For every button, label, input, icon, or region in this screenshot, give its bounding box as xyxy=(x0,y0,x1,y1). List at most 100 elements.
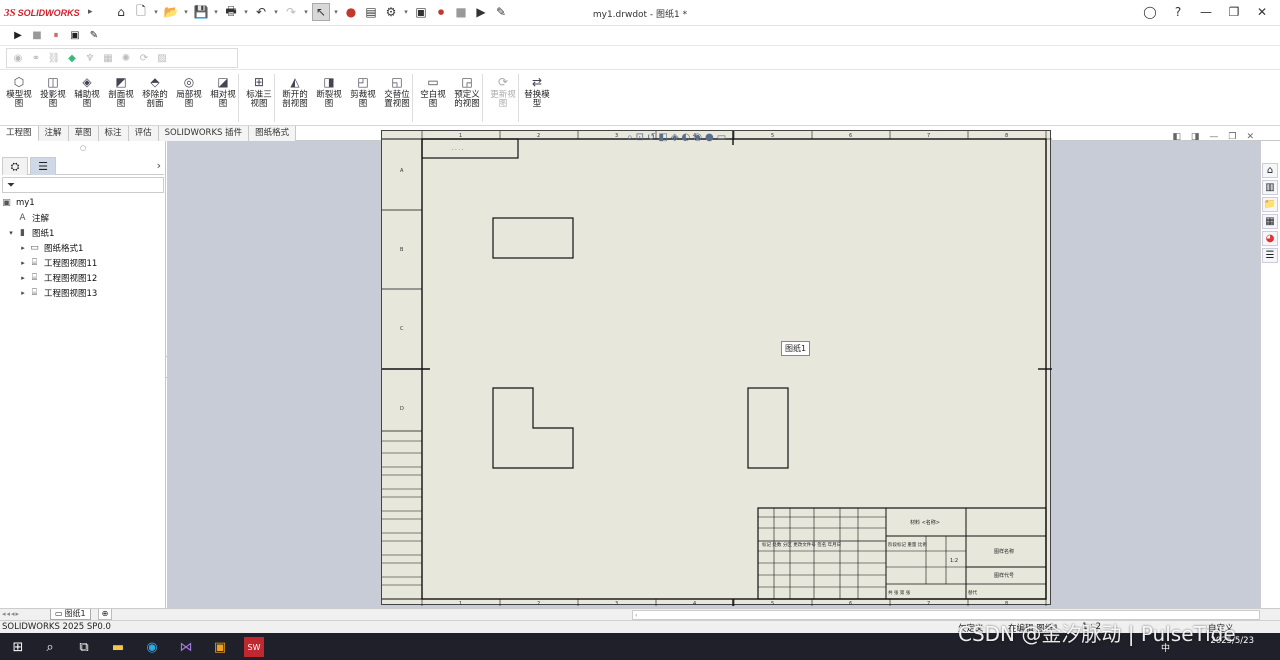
view-orientation-icon[interactable]: ◈ xyxy=(671,132,679,143)
solidworks-resources-icon[interactable]: ⌂ xyxy=(1262,163,1278,178)
sheet-nav-arrows-icon[interactable]: ◂◂◂▸ xyxy=(2,610,20,618)
task-view-icon[interactable]: ⧉ xyxy=(74,637,94,657)
design-library-icon[interactable]: ▥ xyxy=(1262,180,1278,195)
tree-item[interactable]: ▸ ⌸ 工程图视图12 xyxy=(0,270,166,285)
ribbon-button-crop-view[interactable]: ◰ 剪裁视 图 xyxy=(346,74,380,109)
search-icon[interactable]: ⌕ xyxy=(40,637,60,657)
property-manager-tab-icon[interactable]: ☰ xyxy=(30,157,56,175)
scene-icon[interactable]: ▭ xyxy=(717,132,726,143)
visual-studio-icon[interactable]: ⋈ xyxy=(176,637,196,657)
hide-show-items-icon[interactable]: ◉ xyxy=(693,132,702,143)
custom-properties-icon[interactable]: ☰ xyxy=(1262,248,1278,263)
ribbon-button-standard-3-view[interactable]: ⊞ 标准三 视图 xyxy=(242,74,276,109)
appearance-icon[interactable]: ● xyxy=(705,132,714,143)
new-macro-icon[interactable]: ▣ xyxy=(67,28,83,44)
drawing-view-side[interactable] xyxy=(747,387,789,469)
ribbon-button-predefined-view[interactable]: ◲ 预定义 的视图 xyxy=(450,74,484,109)
link-icon[interactable]: ⚭ xyxy=(29,51,43,65)
appearances-icon[interactable]: ◕ xyxy=(1262,231,1278,246)
tab-3[interactable]: 标注 xyxy=(98,126,129,141)
view-palette-icon[interactable]: ▦ xyxy=(1262,214,1278,229)
doc-restore-icon[interactable]: ❐ xyxy=(1228,132,1236,142)
ribbon-button-relative-view[interactable]: ◪ 相对视 图 xyxy=(206,74,240,109)
tab-1[interactable]: 注解 xyxy=(38,126,69,141)
ribbon-button-broken-out-section[interactable]: ◭ 断开的 剖视图 xyxy=(278,74,312,109)
lamp-icon[interactable]: ♆ xyxy=(83,51,97,65)
windows-start-icon[interactable]: ⊞ xyxy=(8,637,28,657)
tab-2[interactable]: 草图 xyxy=(68,126,99,141)
drawing-view-front[interactable] xyxy=(492,387,574,469)
zone-ticks: 1122334455667788 xyxy=(382,131,1052,606)
tab-5[interactable]: SOLIDWORKS 插件 xyxy=(158,126,250,141)
edit-macro-icon[interactable]: ✎ xyxy=(86,28,102,44)
sheet-name-label[interactable]: 图纸1 xyxy=(781,341,811,356)
drawing-view-icon: ⌸ xyxy=(31,257,38,268)
tree-item[interactable]: ▸ ⌸ 工程图视图11 xyxy=(0,255,166,270)
file-explorer-icon[interactable]: 📁 xyxy=(1262,197,1278,212)
tree-item[interactable]: ▾ ▮ 图纸1 xyxy=(0,225,166,240)
expand-toggle-icon[interactable]: ▸ xyxy=(18,259,28,267)
tree-root[interactable]: ▣ my1 xyxy=(0,195,166,210)
expand-toggle-icon[interactable]: ▸ xyxy=(18,289,28,297)
expand-toggle-icon[interactable]: ▸ xyxy=(18,274,28,282)
zoom-to-fit-icon[interactable]: ⌕ xyxy=(627,132,633,143)
ribbon-button-update-views[interactable]: ⟳ 更新视 图 xyxy=(486,74,520,109)
hide-show-icon[interactable]: ◉ xyxy=(11,51,25,65)
graphics-area[interactable]: A B C D 1 1 2 2 3 3 4 4 5 5 6 6 7 7 8 8 … xyxy=(167,130,1260,608)
tree-item[interactable]: ▸ ▭ 图纸格式1 xyxy=(0,240,166,255)
doc-minimize-icon[interactable]: — xyxy=(1209,132,1218,142)
ribbon-button-empty-view[interactable]: ▭ 空白视 图 xyxy=(416,74,450,109)
drawing-view-top[interactable] xyxy=(492,217,574,259)
panel-grip-icon[interactable]: ○ xyxy=(0,141,166,155)
expand-toggle-icon[interactable]: ▾ xyxy=(6,229,16,237)
app-icon[interactable]: ▣ xyxy=(210,637,230,657)
feature-manager-tab-icon[interactable]: ⛭ xyxy=(2,157,28,175)
tab-6[interactable]: 图纸格式 xyxy=(249,126,297,141)
solidworks-taskbar-icon[interactable]: SW xyxy=(244,637,264,657)
chain-icon[interactable]: ⛓ xyxy=(47,51,61,65)
ribbon-button-alternate-position[interactable]: ◱ 交替位 置视图 xyxy=(380,74,414,109)
zoom-area-icon[interactable]: ⊡ xyxy=(636,132,644,143)
run-macro-icon[interactable]: ▶ xyxy=(10,28,26,44)
add-sheet-icon[interactable]: ⊕ xyxy=(98,609,112,620)
color-icon[interactable]: ✺ xyxy=(119,51,133,65)
ribbon-button-model-view[interactable]: ⬡ 模型视 图 xyxy=(2,74,36,109)
tab-4[interactable]: 评估 xyxy=(128,126,159,141)
record-pause-macro-icon[interactable]: ⏸ xyxy=(48,28,64,44)
file-explorer-icon[interactable]: ▬ xyxy=(108,637,128,657)
expand-toggle-icon[interactable]: ▸ xyxy=(18,244,28,252)
view-icon[interactable]: ▨ xyxy=(155,51,169,65)
tile-right-icon[interactable]: ◨ xyxy=(1191,132,1200,142)
ribbon-button-removed-section[interactable]: ⬘ 移除的 剖面 xyxy=(138,74,172,109)
sheet-tab[interactable]: ▭ 图纸1 xyxy=(50,609,91,620)
tree-item[interactable]: A 注解 xyxy=(0,210,166,225)
drawing-sheet[interactable]: A B C D 1 1 2 2 3 3 4 4 5 5 6 6 7 7 8 8 … xyxy=(381,130,1052,606)
appearance-icon[interactable]: ◆ xyxy=(65,51,79,65)
user-account-icon[interactable]: ◯ xyxy=(1140,3,1160,21)
drawing-sheet-svg: A B C D 1122334455667788 · · · · 材料 <名称>… xyxy=(382,131,1052,606)
tab-0[interactable]: 工程图 xyxy=(0,126,39,141)
ribbon-button-section-view[interactable]: ◩ 剖面视 图 xyxy=(104,74,138,109)
ribbon-button-break-view[interactable]: ◨ 断裂视 图 xyxy=(312,74,346,109)
minimize-icon[interactable]: — xyxy=(1196,3,1216,21)
restore-icon[interactable]: ❐ xyxy=(1224,3,1244,21)
ribbon-button-replace-model[interactable]: ⇄ 替换模 型 xyxy=(520,74,554,109)
ribbon-button-projected-view[interactable]: ◫ 投影视 图 xyxy=(36,74,70,109)
tile-left-icon[interactable]: ◧ xyxy=(1172,132,1181,142)
section-view-icon[interactable]: ◧ xyxy=(658,132,667,143)
tree-filter-input[interactable]: ⏷ xyxy=(2,177,164,193)
tree-item[interactable]: ▸ ⌸ 工程图视图13 xyxy=(0,285,166,300)
doc-close-icon[interactable]: ✕ xyxy=(1246,132,1254,142)
ribbon-button-detail-view[interactable]: ◎ 局部视 图 xyxy=(172,74,206,109)
help-icon[interactable]: ? xyxy=(1168,3,1188,21)
scroll-left-icon[interactable]: ‹ xyxy=(635,612,641,619)
edge-browser-icon[interactable]: ◉ xyxy=(142,637,162,657)
close-icon[interactable]: ✕ xyxy=(1252,3,1272,21)
grid-icon[interactable]: ▦ xyxy=(101,51,115,65)
ribbon-button-auxiliary-view[interactable]: ◈ 辅助视 图 xyxy=(70,74,104,109)
stop-macro-icon[interactable]: ■ xyxy=(29,28,45,44)
rotate-icon[interactable]: ⟳ xyxy=(137,51,151,65)
display-style-icon[interactable]: ◐ xyxy=(682,132,691,143)
chevron-right-icon[interactable]: › xyxy=(157,159,161,172)
previous-view-icon[interactable]: ↺ xyxy=(647,132,655,143)
